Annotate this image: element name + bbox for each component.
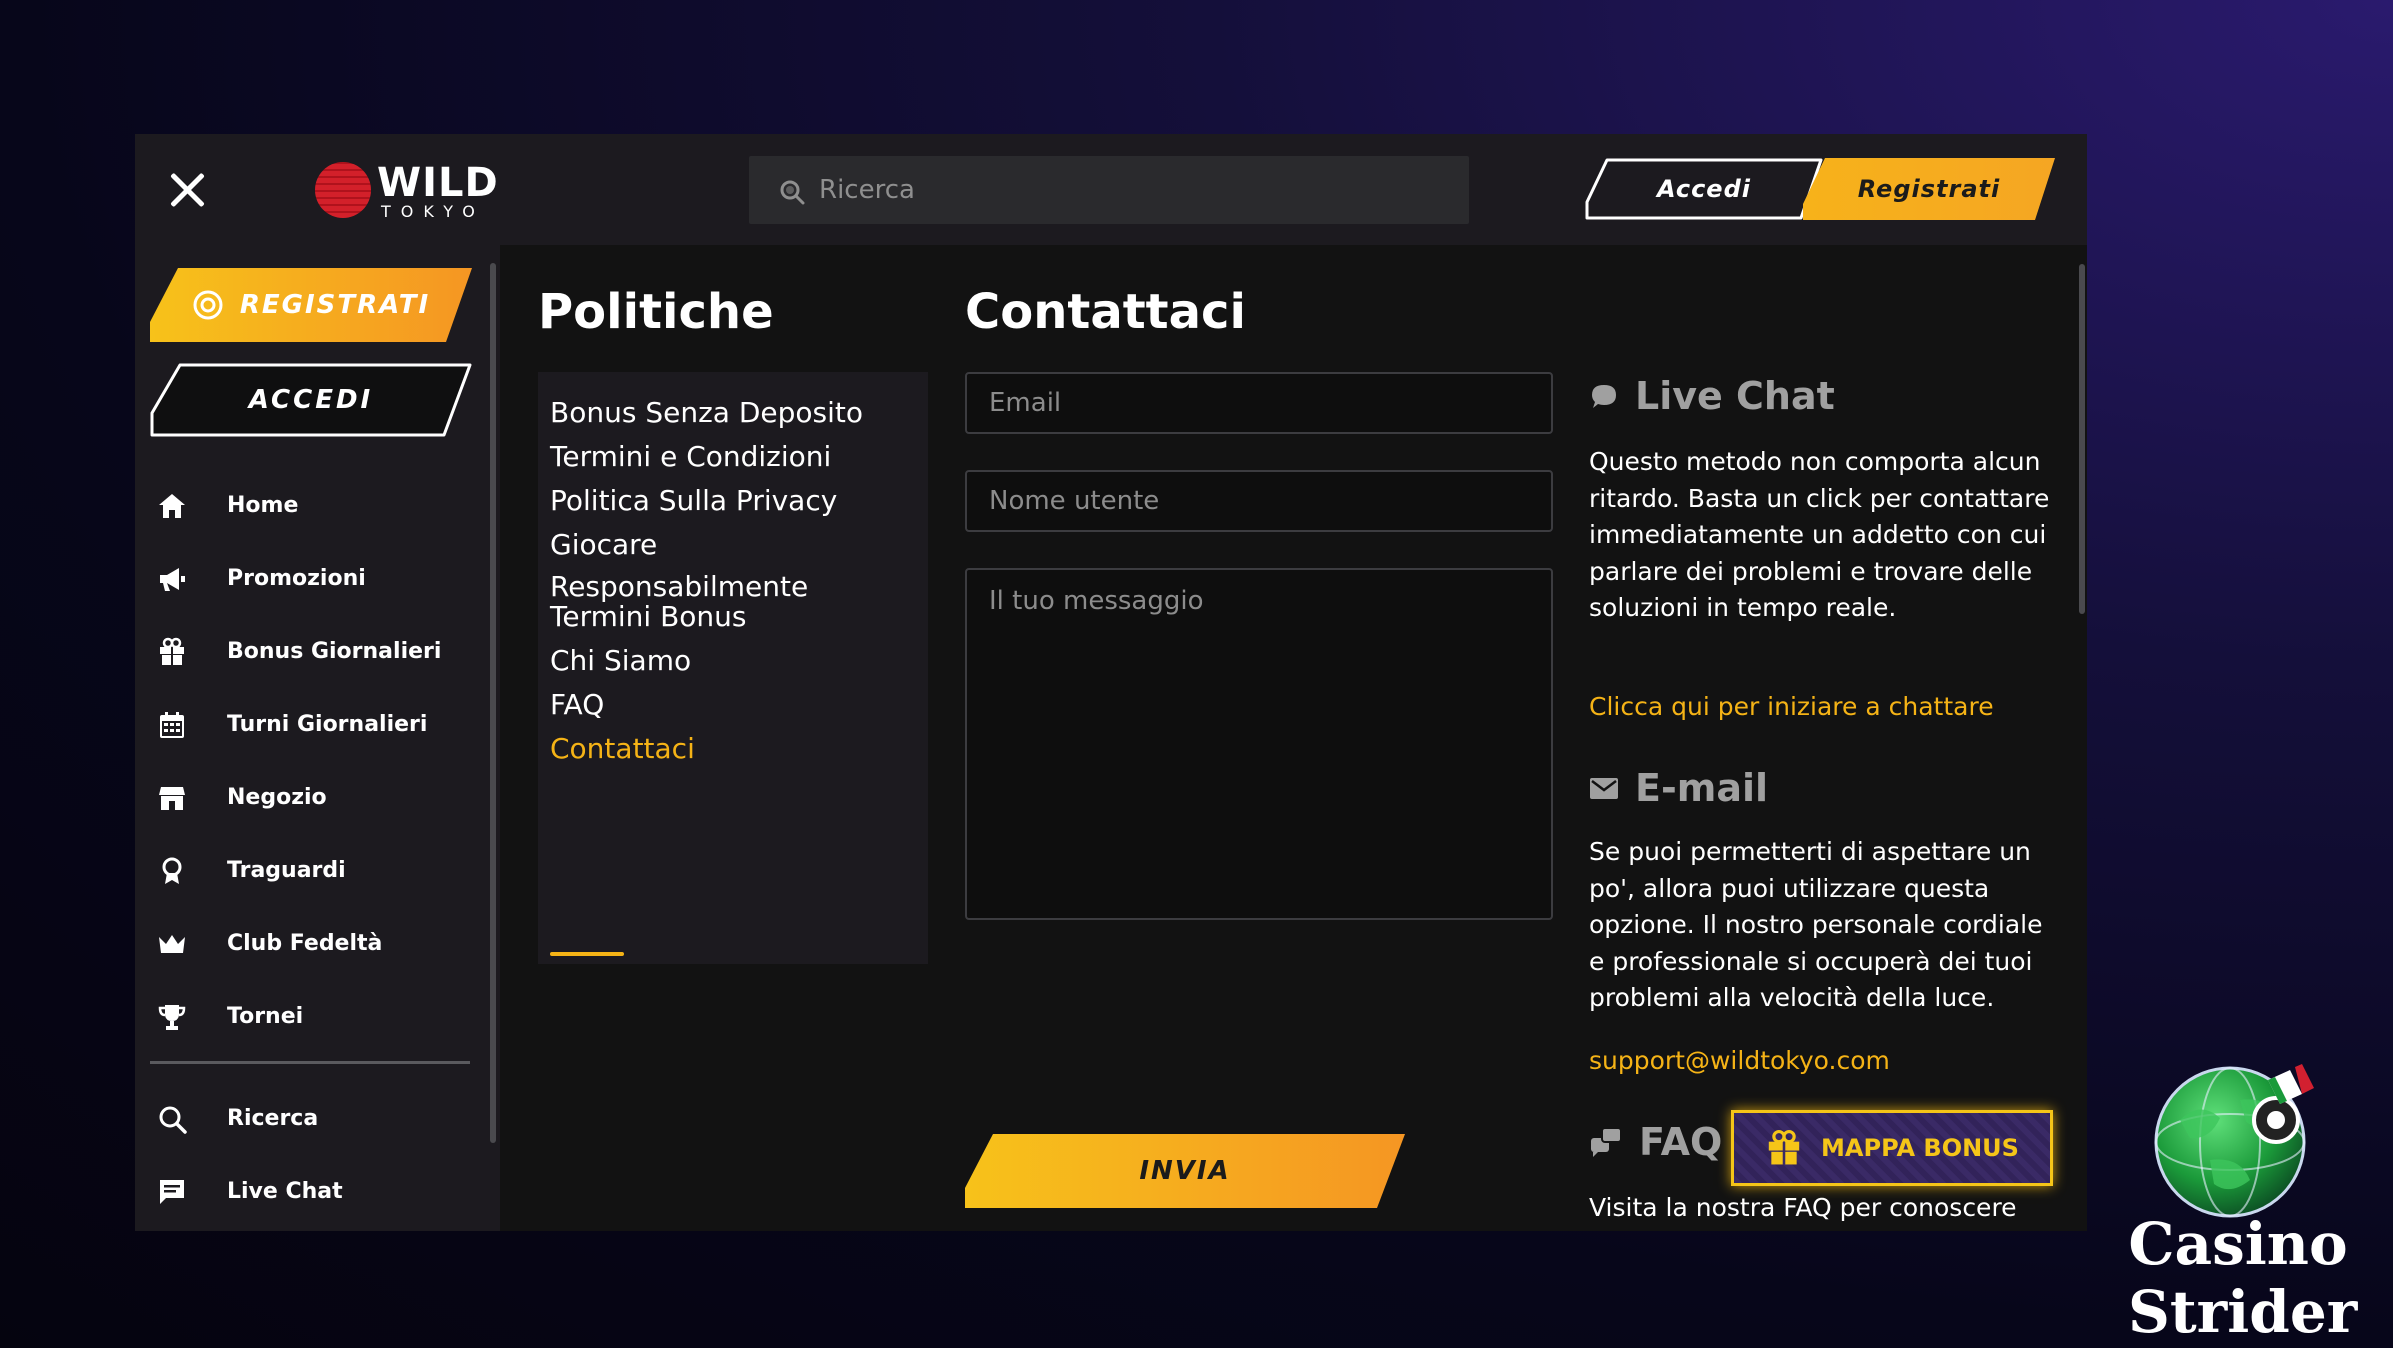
- sidebar-item-promozioni[interactable]: Promozioni: [155, 542, 475, 615]
- header-search[interactable]: [749, 156, 1469, 224]
- header-login-label: Accedi: [1657, 175, 1751, 203]
- message-field[interactable]: [965, 568, 1553, 920]
- award-icon: [155, 854, 189, 888]
- logo-sun-icon: [315, 162, 371, 218]
- search-icon: [780, 180, 805, 205]
- search-input[interactable]: [819, 156, 1439, 224]
- content-scrollbar[interactable]: [2079, 264, 2085, 614]
- sidebar-item-turni-giornalieri[interactable]: Turni Giornalieri: [155, 688, 475, 761]
- chat-bubble-icon: [1592, 385, 1616, 408]
- sidebar-item-tornei[interactable]: Tornei: [155, 980, 475, 1053]
- username-field[interactable]: [965, 470, 1553, 532]
- sidebar-register-label: REGISTRATI: [239, 290, 431, 320]
- bonus-map-label: MAPPA BONUS: [1821, 1134, 2019, 1162]
- envelope-icon: [1590, 778, 1618, 799]
- faq-heading: FAQ: [1589, 1120, 1722, 1164]
- sidebar-item-label: Turni Giornalieri: [227, 712, 428, 737]
- sidebar-scrollbar[interactable]: [490, 263, 496, 1143]
- sidebar-item-label: Promozioni: [227, 566, 366, 591]
- sidebar-item-label: Bonus Giornalieri: [227, 639, 442, 664]
- policy-link-chi-siamo[interactable]: Chi Siamo: [550, 640, 691, 682]
- faq-icon: [1591, 1127, 1622, 1157]
- support-email-link[interactable]: support@wildtokyo.com: [1589, 1046, 1890, 1075]
- home-icon: [155, 489, 189, 523]
- gift-icon: [1768, 1129, 1800, 1165]
- sidebar-item-label: Negozio: [227, 785, 327, 810]
- bonus-map-button[interactable]: MAPPA BONUS: [1731, 1110, 2053, 1186]
- policy-link-termini-bonus[interactable]: Termini Bonus: [550, 596, 747, 638]
- trophy-icon: [155, 1000, 189, 1034]
- header-register-button[interactable]: Registrati: [1803, 158, 2055, 220]
- app-window: WILD TOKYO Accedi Registrati: [135, 134, 2087, 1231]
- sidebar-item-live-chat[interactable]: Live Chat: [155, 1155, 475, 1228]
- sidebar-item-bonus-giornalieri[interactable]: Bonus Giornalieri: [155, 615, 475, 688]
- sidebar-item-label: Club Fedeltà: [227, 931, 383, 956]
- store-icon: [155, 781, 189, 815]
- policy-link-bonus-senza-deposito[interactable]: Bonus Senza Deposito: [550, 392, 863, 434]
- active-underline: [550, 952, 624, 956]
- sidebar-item-club-fedelta[interactable]: Club Fedeltà: [155, 907, 475, 980]
- watermark-line1: Casino: [2128, 1210, 2348, 1278]
- contact-title: Contattaci: [965, 284, 1246, 340]
- sidebar-login-label: ACCEDI: [248, 385, 374, 415]
- top-header: WILD TOKYO Accedi Registrati: [135, 134, 2087, 245]
- email-text: Se puoi permetterti di aspettare un po',…: [1589, 837, 2043, 1013]
- header-login-button[interactable]: Accedi: [1585, 158, 1823, 220]
- megaphone-icon: [155, 562, 189, 596]
- sidebar-item-label: Ricerca: [227, 1106, 319, 1131]
- sidebar-item-traguardi[interactable]: Traguardi: [155, 834, 475, 907]
- search-icon: [155, 1102, 189, 1136]
- faq-title: FAQ: [1639, 1120, 1723, 1164]
- live-chat-text: Questo metodo non comporta alcun ritardo…: [1589, 447, 2050, 623]
- submit-button[interactable]: INVIA: [965, 1134, 1405, 1208]
- email-heading: E-mail: [1589, 766, 1768, 810]
- sidebar-item-label: Tornei: [227, 1004, 304, 1029]
- sidebar: REGISTRATI ACCEDI Home Promozioni Bonus …: [135, 245, 500, 1231]
- sidebar-item-home[interactable]: Home: [155, 469, 475, 542]
- email-field[interactable]: [965, 372, 1553, 434]
- sidebar-item-negozio[interactable]: Negozio: [155, 761, 475, 834]
- sidebar-item-ricerca[interactable]: Ricerca: [155, 1082, 475, 1155]
- submit-label: INVIA: [1139, 1156, 1231, 1186]
- chip-icon: [193, 290, 223, 320]
- live-chat-title: Live Chat: [1635, 374, 1835, 418]
- policy-link-termini-condizioni[interactable]: Termini e Condizioni: [550, 436, 831, 478]
- email-title: E-mail: [1635, 766, 1769, 810]
- sidebar-item-label: Traguardi: [227, 858, 346, 883]
- watermark-line2: Strider: [2128, 1278, 2358, 1346]
- sidebar-login-button[interactable]: ACCEDI: [150, 363, 472, 437]
- live-chat-heading: Live Chat: [1589, 374, 1835, 418]
- faq-text: Visita la nostra FAQ per conoscere: [1589, 1193, 2017, 1222]
- logo-word: WILD: [377, 160, 499, 206]
- sidebar-item-label: Home: [227, 493, 299, 518]
- crown-icon: [155, 927, 189, 961]
- calendar-icon: [155, 708, 189, 742]
- close-icon[interactable]: [165, 168, 209, 212]
- sidebar-register-button[interactable]: REGISTRATI: [150, 268, 472, 342]
- header-register-label: Registrati: [1857, 175, 2001, 203]
- globe-logo-icon: [2154, 1064, 2314, 1218]
- logo-subword: TOKYO: [381, 202, 485, 221]
- sidebar-divider: [150, 1061, 470, 1064]
- live-chat-link[interactable]: Clicca qui per iniziare a chattare: [1589, 692, 1994, 721]
- policy-link-contattaci[interactable]: Contattaci: [550, 728, 695, 770]
- sidebar-bottom-nav: Ricerca Live Chat: [155, 1082, 475, 1228]
- site-logo[interactable]: WILD TOKYO: [315, 160, 498, 221]
- policy-link-privacy[interactable]: Politica Sulla Privacy: [550, 480, 837, 522]
- policy-link-faq[interactable]: FAQ: [550, 684, 604, 726]
- sidebar-item-label: Live Chat: [227, 1179, 343, 1204]
- gift-icon: [155, 635, 189, 669]
- chat-icon: [155, 1175, 189, 1209]
- sidebar-nav: Home Promozioni Bonus Giornalieri Turni …: [155, 469, 475, 1053]
- policies-menu: Bonus Senza Deposito Termini e Condizion…: [538, 372, 928, 964]
- policies-title: Politiche: [538, 284, 774, 340]
